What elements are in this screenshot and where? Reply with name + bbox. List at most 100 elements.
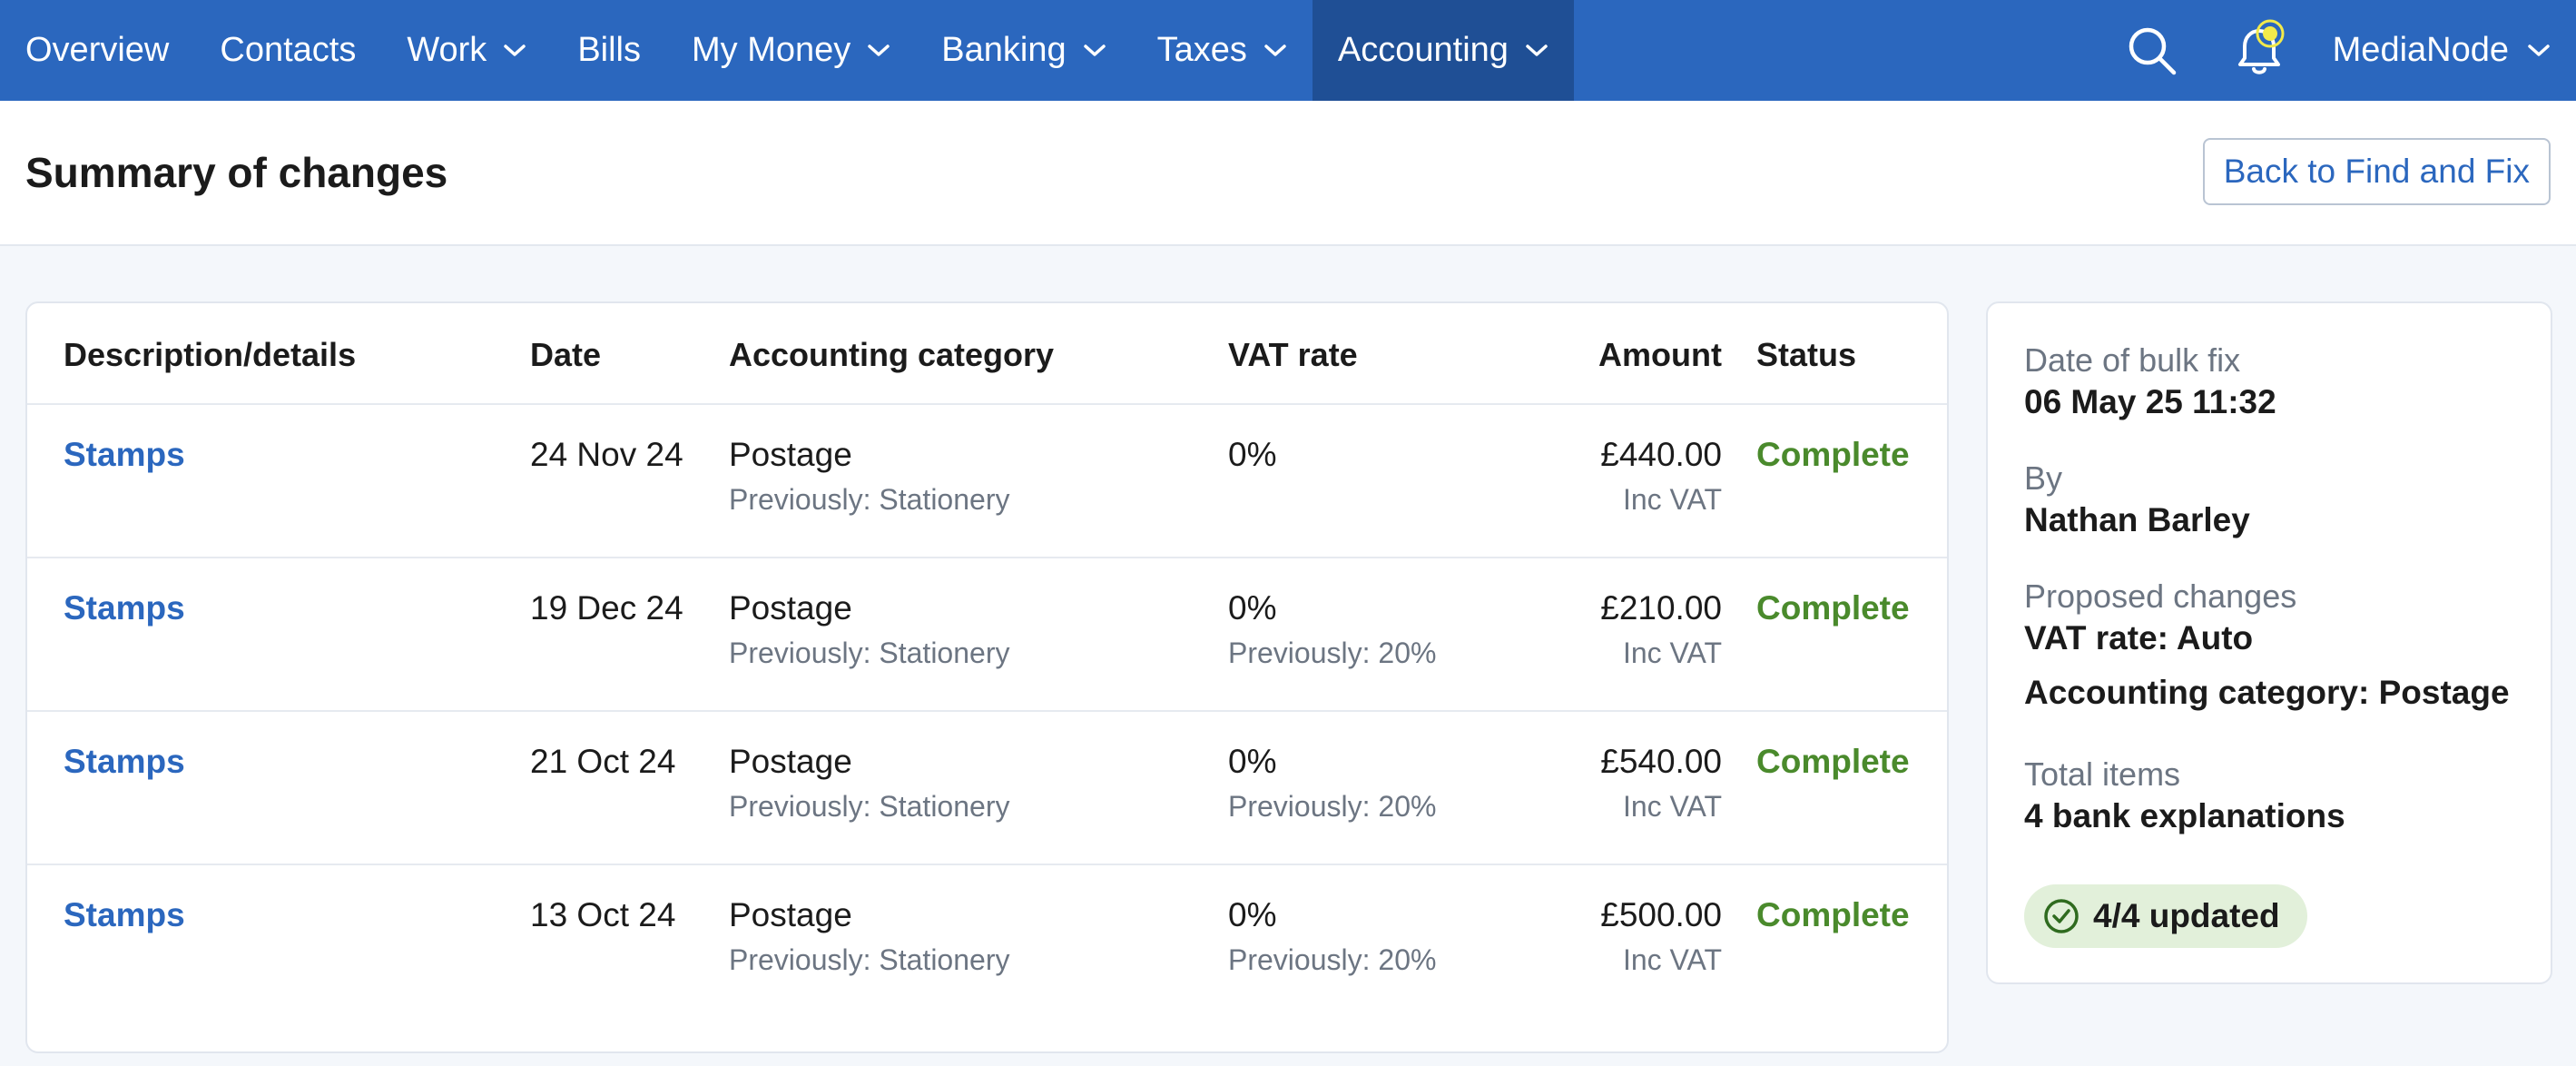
row-date: 21 Oct 24 [530, 743, 676, 780]
nav-item-accounting[interactable]: Accounting [1312, 0, 1574, 101]
vat-value: 0% [1228, 743, 1277, 780]
status-text: Complete [1756, 896, 1910, 933]
amount-value: £440.00 [1600, 436, 1722, 473]
table-header: Description/details Date Accounting cate… [27, 303, 1947, 405]
nav-item-label: Work [407, 31, 487, 69]
row-category: Postage Previously: Stationery [729, 896, 1009, 978]
amount-value: £500.00 [1600, 896, 1722, 933]
date-value: 06 May 25 11:32 [2024, 383, 2276, 420]
nav-item-label: My Money [692, 31, 851, 69]
row-amount: £540.00 Inc VAT [1600, 743, 1722, 824]
bulk-fix-date: Date of bulk fix 06 May 25 11:32 [2024, 340, 2276, 423]
transaction-link[interactable]: Stamps [64, 743, 185, 781]
column-header-date: Date [530, 336, 602, 373]
row-category: Postage Previously: Stationery [729, 589, 1009, 671]
transaction-link[interactable]: Stamps [64, 896, 185, 934]
vat-previous: Previously: 20% [1228, 790, 1437, 823]
category-value: Postage [729, 436, 852, 473]
nav-item-contacts[interactable]: Contacts [194, 0, 381, 101]
column-header-vat-rate: VAT rate [1228, 336, 1358, 373]
organisation-switcher[interactable]: MediaNode [2333, 31, 2576, 70]
column-header-amount: Amount [1598, 336, 1722, 373]
row-category: Postage Previously: Stationery [729, 436, 1009, 518]
amount-vat-note: Inc VAT [1622, 637, 1722, 669]
top-navigation: Overview Contacts Work Bills My Money Ba… [0, 0, 2576, 101]
category-value: Postage [729, 896, 852, 933]
nav-item-label: Contacts [220, 31, 357, 69]
row-amount: £500.00 Inc VAT [1600, 896, 1722, 978]
row-category: Postage Previously: Stationery [729, 743, 1009, 824]
vat-previous: Previously: 20% [1228, 637, 1437, 669]
search-icon[interactable] [2120, 19, 2184, 83]
by-label: By [2024, 459, 2063, 497]
table-row: Stamps 13 Oct 24 Postage Previously: Sta… [27, 865, 1947, 1019]
nav-item-label: Overview [25, 31, 170, 69]
table-row: Stamps 19 Dec 24 Postage Previously: Sta… [27, 558, 1947, 712]
change-category: Accounting category: Postage [2024, 674, 2510, 711]
date-label: Date of bulk fix [2024, 341, 2241, 379]
table-row: Stamps 21 Oct 24 Postage Previously: Sta… [27, 712, 1947, 865]
badge-text: 4/4 updated [2093, 897, 2280, 934]
org-name: MediaNode [2332, 31, 2509, 69]
row-date: 19 Dec 24 [530, 589, 683, 627]
row-vat: 0% [1228, 436, 1276, 481]
transaction-link[interactable]: Stamps [64, 589, 185, 627]
category-previous: Previously: Stationery [729, 637, 1010, 669]
total-label: Total items [2024, 755, 2181, 793]
changes-label: Proposed changes [2024, 577, 2297, 615]
amount-vat-note: Inc VAT [1622, 790, 1722, 823]
amount-vat-note: Inc VAT [1622, 483, 1722, 516]
nav-item-label: Bills [577, 31, 641, 69]
total-items: Total items 4 bank explanations [2024, 754, 2345, 837]
chevron-down-icon [867, 44, 890, 58]
by-value: Nathan Barley [2024, 501, 2250, 538]
changes-table: Description/details Date Accounting cate… [25, 301, 1949, 1053]
status-text: Complete [1756, 589, 1910, 627]
page-title: Summary of changes [25, 149, 448, 196]
vat-value: 0% [1228, 589, 1277, 627]
chevron-down-icon [1083, 44, 1106, 58]
vat-previous: Previously: 20% [1228, 943, 1437, 976]
vat-value: 0% [1228, 436, 1277, 473]
category-value: Postage [729, 743, 852, 780]
bulk-fix-by: By Nathan Barley [2024, 458, 2250, 541]
category-value: Postage [729, 589, 852, 627]
column-header-status: Status [1756, 336, 1857, 373]
row-vat: 0% Previously: 20% [1228, 896, 1436, 978]
amount-vat-note: Inc VAT [1622, 943, 1722, 976]
nav-item-taxes[interactable]: Taxes [1132, 0, 1313, 101]
back-to-find-and-fix-button[interactable]: Back to Find and Fix [2202, 138, 2551, 205]
updated-badge: 4/4 updated [2024, 884, 2307, 948]
amount-value: £540.00 [1600, 743, 1722, 780]
status-text: Complete [1756, 436, 1910, 473]
amount-value: £210.00 [1600, 589, 1722, 627]
page-header: Summary of changes Back to Find and Fix [0, 101, 2576, 246]
check-circle-icon [2042, 897, 2080, 935]
transaction-link[interactable]: Stamps [64, 436, 185, 474]
nav-item-overview[interactable]: Overview [0, 0, 194, 101]
column-header-category: Accounting category [729, 336, 1055, 373]
nav-item-bills[interactable]: Bills [552, 0, 666, 101]
row-vat: 0% Previously: 20% [1228, 589, 1436, 671]
bulk-fix-summary: Date of bulk fix 06 May 25 11:32 By Nath… [1986, 301, 2552, 984]
row-date: 13 Oct 24 [530, 896, 676, 933]
nav-item-my-money[interactable]: My Money [666, 0, 916, 101]
status-text: Complete [1756, 743, 1910, 780]
proposed-changes: Proposed changes VAT rate: Auto Accounti… [2024, 576, 2510, 714]
row-date: 24 Nov 24 [530, 436, 683, 473]
category-previous: Previously: Stationery [729, 790, 1010, 823]
nav-item-label: Taxes [1156, 31, 1247, 69]
row-vat: 0% Previously: 20% [1228, 743, 1436, 824]
total-value: 4 bank explanations [2024, 797, 2345, 834]
nav-item-work[interactable]: Work [381, 0, 552, 101]
nav-item-label: Accounting [1337, 31, 1509, 69]
vat-value: 0% [1228, 896, 1277, 933]
table-row: Stamps 24 Nov 24 Postage Previously: Sta… [27, 405, 1947, 558]
nav-item-banking[interactable]: Banking [916, 0, 1131, 101]
chevron-down-icon [1263, 44, 1287, 58]
bell-icon[interactable] [2227, 19, 2291, 83]
category-previous: Previously: Stationery [729, 943, 1010, 976]
nav-items: Overview Contacts Work Bills My Money Ba… [0, 0, 1574, 101]
category-previous: Previously: Stationery [729, 483, 1010, 516]
chevron-down-icon [2527, 44, 2551, 58]
